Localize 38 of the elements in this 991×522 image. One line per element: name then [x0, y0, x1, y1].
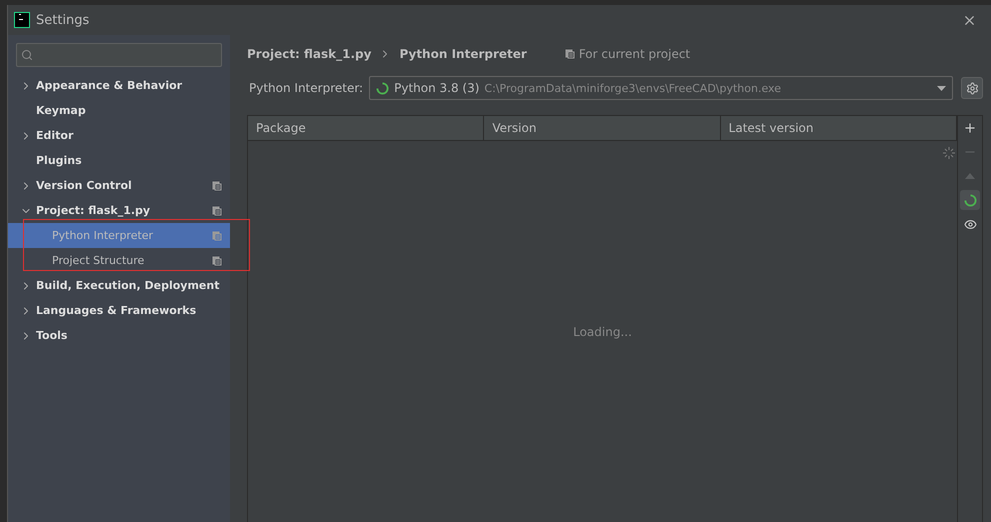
loading-spinner-icon — [943, 147, 955, 159]
copy-icon — [564, 49, 575, 59]
column-header[interactable]: Package — [248, 116, 484, 140]
settings-button[interactable] — [961, 77, 983, 99]
settings-tree-item[interactable]: Tools — [8, 323, 230, 348]
spinner-icon — [376, 82, 390, 94]
plus-icon — [963, 121, 977, 135]
search-field[interactable] — [16, 43, 222, 67]
scope-note: For current project — [578, 47, 690, 61]
settings-tree-item[interactable]: Project: flask_1.py — [8, 198, 230, 223]
settings-tree-item[interactable]: Project Structure — [8, 248, 230, 273]
copy-icon — [212, 256, 222, 266]
interpreter-label: Python Interpreter: — [249, 81, 364, 95]
interpreter-dropdown[interactable]: Python 3.8 (3) C:\ProgramData\miniforge3\envs\FreeCAD\python.exe — [369, 76, 953, 100]
copy-icon — [212, 206, 222, 216]
settings-tree-item[interactable]: Appearance & Behavior — [8, 73, 230, 98]
triangle-up-icon — [965, 173, 975, 179]
search-icon — [21, 49, 33, 61]
dropdown-arrow-icon — [937, 86, 946, 90]
gear-icon — [966, 82, 978, 94]
copy-icon — [212, 180, 222, 190]
settings-tree-item[interactable]: Version Control — [8, 173, 230, 198]
column-header[interactable]: Version — [484, 116, 721, 140]
breadcrumb-item: Project: flask_1.py — [247, 47, 372, 61]
settings-tree-item[interactable]: Keymap — [8, 98, 230, 123]
eye-icon — [964, 218, 976, 230]
copy-icon — [212, 230, 222, 240]
window-title: Settings — [36, 12, 90, 28]
column-header[interactable]: Latest version — [720, 116, 957, 140]
settings-tree-item[interactable]: Editor — [8, 123, 230, 148]
loading-text: Loading... — [573, 324, 632, 338]
settings-tree-item[interactable]: Plugins — [8, 148, 230, 173]
settings-tree-item[interactable]: Languages & Frameworks — [8, 298, 230, 323]
breadcrumb-item: Python Interpreter — [399, 47, 527, 61]
spinner-icon — [964, 194, 976, 206]
app-logo-icon — [14, 12, 30, 28]
settings-tree-item[interactable]: Build, Execution, Deployment — [8, 273, 230, 298]
conda-button[interactable] — [960, 190, 980, 210]
